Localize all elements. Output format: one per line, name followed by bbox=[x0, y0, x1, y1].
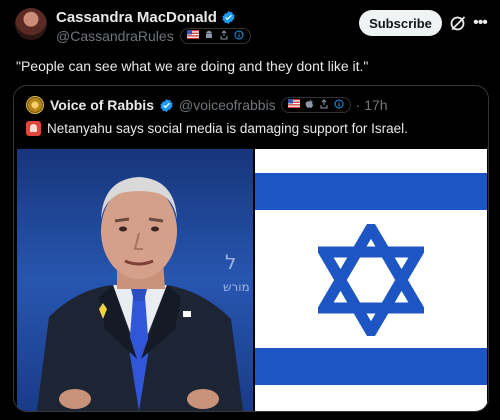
author-name-row: Cassandra MacDonald bbox=[56, 9, 236, 26]
author-handle[interactable]: @CassandraRules bbox=[56, 28, 174, 44]
flag-bottom-stripe bbox=[255, 348, 487, 385]
quote-avatar[interactable] bbox=[26, 96, 44, 114]
info-icon[interactable] bbox=[334, 99, 344, 112]
backdrop-text: ל bbox=[225, 250, 236, 274]
post: Cassandra MacDonald @CassandraRules Subs… bbox=[0, 0, 500, 420]
grok-icon[interactable] bbox=[449, 14, 467, 32]
netanyahu-photo[interactable]: ל מורש bbox=[17, 149, 253, 411]
svg-text:מורש: מורש bbox=[223, 280, 250, 294]
quote-header: Voice of Rabbis @voiceofrabbis · 17h bbox=[26, 96, 388, 114]
media-grid: ל מורש bbox=[17, 149, 487, 411]
verified-badge-icon bbox=[159, 98, 174, 113]
author-handle-row: @CassandraRules bbox=[56, 28, 251, 44]
author-avatar[interactable] bbox=[15, 8, 47, 40]
author-flair bbox=[179, 28, 251, 44]
post-text: "People can see what we are doing and th… bbox=[16, 58, 369, 74]
quote-author-name[interactable]: Voice of Rabbis bbox=[50, 97, 154, 113]
subscribe-button[interactable]: Subscribe bbox=[359, 10, 442, 36]
info-icon[interactable] bbox=[234, 30, 244, 43]
verified-badge-icon bbox=[221, 10, 236, 25]
quoted-post[interactable]: Voice of Rabbis @voiceofrabbis · 17h Net… bbox=[13, 85, 489, 412]
share-icon bbox=[319, 98, 329, 112]
star-of-david-icon bbox=[318, 224, 424, 336]
quote-author-handle[interactable]: @voiceofrabbis bbox=[179, 97, 276, 113]
quote-text-row: Netanyahu says social media is damaging … bbox=[26, 121, 408, 136]
flag-top-stripe bbox=[255, 173, 487, 210]
share-icon bbox=[219, 29, 229, 43]
quote-timestamp[interactable]: · 17h bbox=[356, 97, 388, 113]
more-icon[interactable]: ••• bbox=[471, 14, 489, 32]
quote-text: Netanyahu says social media is damaging … bbox=[47, 121, 408, 136]
quote-flair bbox=[280, 97, 351, 113]
flag-us-icon bbox=[287, 99, 300, 111]
author-name[interactable]: Cassandra MacDonald bbox=[56, 9, 217, 26]
flag-us-icon bbox=[186, 30, 199, 42]
israel-flag-image[interactable] bbox=[255, 149, 487, 411]
siren-icon bbox=[26, 121, 41, 136]
android-icon bbox=[204, 30, 214, 43]
apple-icon bbox=[305, 99, 314, 112]
